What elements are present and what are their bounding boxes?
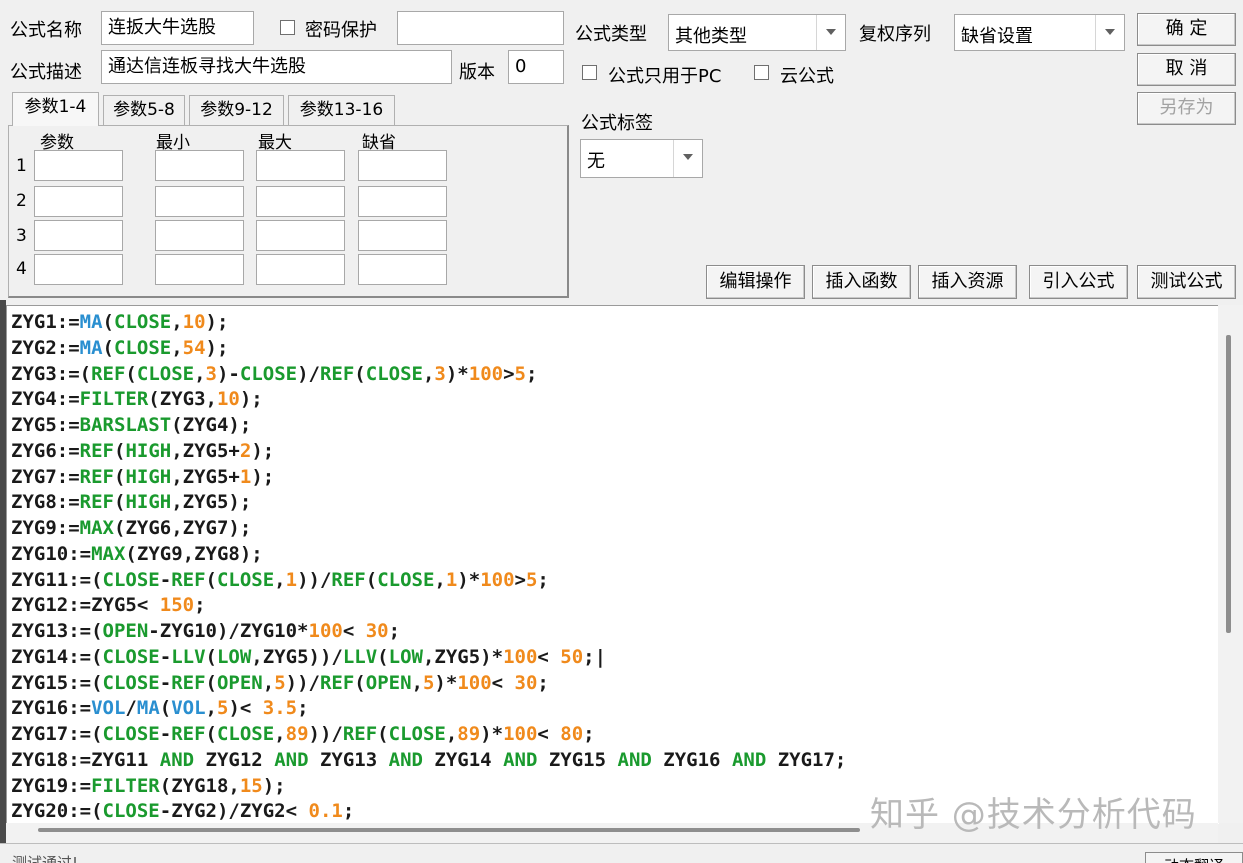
param-max-cell[interactable] xyxy=(256,220,345,251)
code-line: ZYG11:=(CLOSE-REF(CLOSE,1))/REF(CLOSE,1)… xyxy=(11,568,549,591)
code-editor[interactable]: ZYG1:=MA(CLOSE,10); ZYG2:=MA(CLOSE,54); ZY… xyxy=(6,305,1219,824)
dynamic-translate-button[interactable]: 动态翻译 xyxy=(1145,852,1243,863)
watermark: 知乎 @技术分析代码 xyxy=(870,795,1197,835)
formula-type-label: 公式类型 xyxy=(575,24,647,45)
param-name-cell[interactable] xyxy=(34,150,123,181)
cloud-formula-checkbox[interactable] xyxy=(754,65,769,80)
param-min-cell[interactable] xyxy=(155,186,244,217)
tab-params-1-4[interactable]: 参数1-4 xyxy=(12,92,99,126)
code-line: ZYG15:=(CLOSE-REF(OPEN,5))/REF(OPEN,5)*1… xyxy=(11,671,549,694)
code-line: ZYG4:=FILTER(ZYG3,10); xyxy=(11,388,263,411)
code-line: ZYG9:=MAX(ZYG6,ZYG7); xyxy=(11,517,252,539)
save-as-button[interactable]: 另存为 xyxy=(1137,92,1236,125)
formula-type-value: 其他类型 xyxy=(675,26,747,47)
code-text[interactable]: ZYG1:=MA(CLOSE,10); ZYG2:=MA(CLOSE,54); ZY… xyxy=(11,310,846,824)
code-line: ZYG1:=MA(CLOSE,10); xyxy=(11,311,229,333)
param-default-cell[interactable] xyxy=(358,220,447,251)
code-line: ZYG13:=(OPEN-ZYG10)/ZYG10*100< 30; xyxy=(11,620,401,642)
insert-function-button[interactable]: 插入函数 xyxy=(812,265,911,299)
param-name-cell[interactable] xyxy=(34,254,123,285)
status-text: 测试通过! xyxy=(12,854,79,863)
insert-resource-button[interactable]: 插入资源 xyxy=(918,265,1017,299)
formula-tag-select[interactable]: 无 xyxy=(580,139,703,178)
code-line: ZYG20:=(CLOSE-ZYG2)/ZYG2< 0.1; xyxy=(11,800,355,823)
cancel-button[interactable]: 取 消 xyxy=(1137,53,1236,86)
version-input[interactable]: 0 xyxy=(508,50,564,84)
formula-desc-label: 公式描述 xyxy=(10,62,82,83)
cloud-formula-label: 云公式 xyxy=(780,66,834,87)
pc-only-label: 公式只用于PC xyxy=(608,66,722,87)
version-label: 版本 xyxy=(459,62,495,83)
param-row-number: 3 xyxy=(16,226,27,246)
param-max-cell[interactable] xyxy=(256,150,345,181)
test-formula-button[interactable]: 测试公式 xyxy=(1137,265,1236,299)
tab-params-5-8[interactable]: 参数5-8 xyxy=(103,95,185,125)
password-protect-label: 密码保护 xyxy=(305,20,377,41)
password-input[interactable] xyxy=(397,11,564,45)
pc-only-checkbox[interactable] xyxy=(582,65,597,80)
param-row-number: 2 xyxy=(16,191,27,211)
param-row-number: 1 xyxy=(16,156,27,176)
param-max-cell[interactable] xyxy=(256,186,345,217)
rights-series-label: 复权序列 xyxy=(859,24,931,45)
code-line: ZYG12:=ZYG5< 150; xyxy=(11,594,206,617)
param-row-number: 4 xyxy=(16,259,27,279)
tab-params-13-16[interactable]: 参数13-16 xyxy=(288,95,395,125)
ok-button[interactable]: 确 定 xyxy=(1137,13,1236,46)
formula-desc-input[interactable]: 通达信连板寻找大牛选股 xyxy=(101,50,452,84)
vertical-scroll-thumb[interactable] xyxy=(1226,335,1231,633)
chevron-down-icon[interactable] xyxy=(1095,15,1124,50)
param-min-cell[interactable] xyxy=(155,150,244,181)
code-line: ZYG14:=(CLOSE-LLV(LOW,ZYG5))/LLV(LOW,ZYG… xyxy=(11,645,607,668)
edit-ops-button[interactable]: 编辑操作 xyxy=(706,265,805,299)
rights-series-select[interactable]: 缺省设置 xyxy=(954,14,1125,51)
param-min-cell[interactable] xyxy=(155,220,244,251)
import-formula-button[interactable]: 引入公式 xyxy=(1029,265,1128,299)
param-max-cell[interactable] xyxy=(256,254,345,285)
param-name-cell[interactable] xyxy=(34,220,123,251)
rights-series-value: 缺省设置 xyxy=(961,26,1033,47)
formula-tag-label: 公式标签 xyxy=(581,113,653,134)
horizontal-scroll-thumb[interactable] xyxy=(38,828,860,832)
chevron-down-icon[interactable] xyxy=(673,140,702,177)
code-line: ZYG2:=MA(CLOSE,54); xyxy=(11,336,229,359)
code-line: ZYG19:=FILTER(ZYG18,15); xyxy=(11,774,286,797)
param-default-cell[interactable] xyxy=(358,254,447,285)
formula-type-select[interactable]: 其他类型 xyxy=(668,14,846,51)
code-line: ZYG8:=REF(HIGH,ZYG5); xyxy=(11,491,252,514)
formula-name-input[interactable]: 连扳大牛选股 xyxy=(101,11,254,45)
param-min-cell[interactable] xyxy=(155,254,244,285)
code-line: ZYG10:=MAX(ZYG9,ZYG8); xyxy=(11,542,263,565)
formula-tag-value: 无 xyxy=(587,151,605,172)
code-line: ZYG5:=BARSLAST(ZYG4); xyxy=(11,414,252,436)
code-line: ZYG18:=ZYG11 AND ZYG12 AND ZYG13 AND ZYG… xyxy=(11,748,847,771)
code-line: ZYG17:=(CLOSE-REF(CLOSE,89))/REF(CLOSE,8… xyxy=(11,723,595,745)
code-line: ZYG7:=REF(HIGH,ZYG5+1); xyxy=(11,465,275,488)
param-default-cell[interactable] xyxy=(358,186,447,217)
formula-name-label: 公式名称 xyxy=(10,20,82,41)
code-line: ZYG3:=(REF(CLOSE,3)-CLOSE)/REF(CLOSE,3)*… xyxy=(11,362,538,385)
chevron-down-icon[interactable] xyxy=(816,15,845,50)
code-line: ZYG6:=REF(HIGH,ZYG5+2); xyxy=(11,439,275,462)
status-bar: 测试通过! 动态翻译 xyxy=(0,843,1243,863)
param-default-cell[interactable] xyxy=(358,150,447,181)
tab-params-9-12[interactable]: 参数9-12 xyxy=(189,95,284,125)
code-line: ZYG16:=VOL/MA(VOL,5)< 3.5; xyxy=(11,697,309,720)
password-protect-checkbox[interactable] xyxy=(280,20,295,35)
param-name-cell[interactable] xyxy=(34,186,123,217)
